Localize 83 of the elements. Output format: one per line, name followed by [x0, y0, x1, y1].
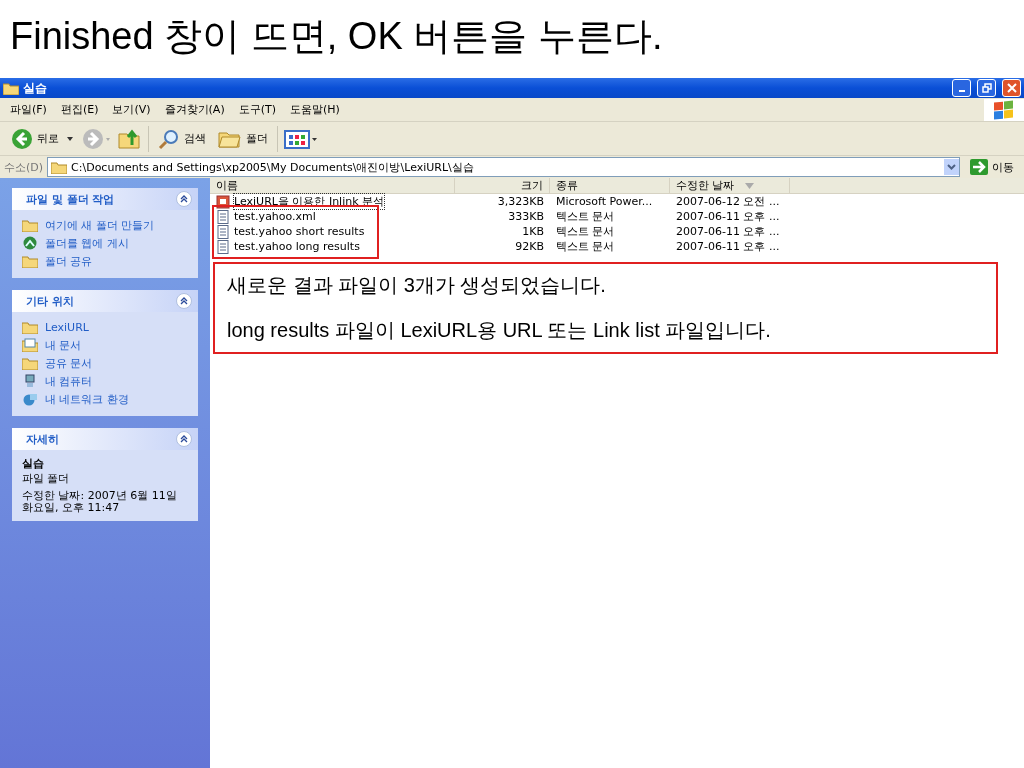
task-link[interactable]: 여기에 새 폴더 만들기 [22, 216, 188, 234]
details-type: 파일 폴더 [22, 471, 71, 486]
callout-text: long results 파일이 LexiURL용 URL 또는 Link list 파일입니다. [227, 318, 772, 343]
column-header[interactable]: 수정한 날짜 [670, 178, 790, 193]
caret-icon [67, 136, 73, 141]
menu-item[interactable]: 도구(T) [238, 102, 276, 117]
folder-icon [22, 254, 38, 268]
arrow-right-icon [970, 159, 988, 175]
chevron-down-icon [947, 164, 956, 170]
menu-item[interactable]: 도움말(H) [290, 102, 340, 117]
folder-icon [22, 320, 38, 334]
chevron-up-icon [180, 195, 188, 203]
file-size: 1KB [521, 225, 545, 238]
file-name[interactable]: test.yahoo short results [233, 224, 366, 239]
search-button[interactable]: 검색 [155, 125, 209, 152]
task-link[interactable]: 내 컴퓨터 [22, 372, 188, 390]
collapse-button[interactable] [176, 431, 192, 447]
restore-button[interactable] [977, 79, 996, 97]
details-name: 실습 [22, 456, 45, 471]
folder-icon [51, 160, 68, 174]
folder-icon [3, 81, 19, 95]
documents-icon [22, 338, 38, 352]
panel-title: 기타 위치 [26, 293, 74, 309]
globe-icon [22, 236, 38, 250]
search-icon [158, 127, 180, 150]
minimize-button[interactable] [952, 79, 971, 97]
sort-arrow-icon [744, 182, 754, 189]
restore-icon [981, 83, 992, 93]
column-header[interactable]: 종류 [550, 178, 670, 193]
file-type: Microsoft Power... [555, 195, 654, 208]
computer-icon [22, 374, 38, 388]
text-file-icon [216, 209, 230, 224]
menu-item[interactable]: 편집(E) [60, 102, 99, 117]
panel-title: 자세히 [26, 431, 59, 447]
file-date: 2007-06-11 오후 ... [675, 209, 781, 224]
window-title: 실습 [23, 79, 47, 97]
close-icon [1006, 83, 1017, 93]
network-icon [22, 392, 38, 406]
file-size: 333KB [507, 210, 545, 223]
task-link[interactable]: LexiURL [22, 318, 188, 336]
folder-icon [22, 218, 38, 232]
column-header[interactable]: 크기 [455, 178, 550, 193]
collapse-button[interactable] [176, 293, 192, 309]
task-link[interactable]: 폴더 공유 [22, 252, 188, 270]
details-modified: 수정한 날짜: 2007년 6월 11일 화요일, 오후 11:47 [22, 490, 178, 514]
chevron-up-icon [180, 297, 188, 305]
file-size: 3,323KB [496, 195, 545, 208]
file-type: 텍스트 문서 [555, 209, 616, 224]
file-name[interactable]: test.yahoo.xml [233, 209, 317, 224]
file-name[interactable]: test.yahoo long results [233, 239, 361, 254]
go-button[interactable]: 이동 [964, 159, 1020, 175]
task-link[interactable]: 내 네트워크 환경 [22, 390, 188, 408]
menu-item[interactable]: 파일(F) [10, 102, 47, 117]
dropdown-button[interactable] [944, 159, 959, 175]
file-date: 2007-06-11 오후 ... [675, 224, 781, 239]
file-date: 2007-06-12 오전 ... [675, 194, 781, 209]
text-file-icon [216, 224, 230, 239]
file-size: 92KB [514, 240, 545, 253]
file-type: 텍스트 문서 [555, 224, 616, 239]
views-icon[interactable] [284, 127, 318, 150]
windows-logo-icon [984, 98, 1024, 121]
folders-button[interactable]: 폴더 [215, 125, 271, 152]
folder-up-icon[interactable] [118, 127, 142, 150]
panel-title: 파일 및 폴더 작업 [26, 191, 115, 207]
close-button[interactable] [1002, 79, 1021, 97]
text-file-icon [216, 239, 230, 254]
folder-icon [22, 356, 38, 370]
task-link[interactable]: 공유 문서 [22, 354, 188, 372]
task-link[interactable]: 내 문서 [22, 336, 188, 354]
task-link[interactable]: 폴더를 웹에 게시 [22, 234, 188, 252]
address-field[interactable]: C:\Documents and Settings\xp2005\My Documents\애진이방\LexiURL\실습 [47, 157, 960, 177]
back-button[interactable]: 뒤로 [8, 125, 76, 152]
slide-title: Finished 창이 뜨면, OK 버튼을 누른다. [9, 14, 664, 59]
file-date: 2007-06-11 오후 ... [675, 239, 781, 254]
address-label: 수소(D) [4, 159, 44, 175]
menu-item[interactable]: 보기(V) [112, 102, 151, 117]
minimize-icon [958, 90, 965, 92]
file-type: 텍스트 문서 [555, 239, 616, 254]
chevron-up-icon [180, 435, 188, 443]
column-header[interactable]: 이름 [210, 178, 455, 193]
collapse-button[interactable] [176, 191, 192, 207]
menu-item[interactable]: 즐겨찾기(A) [164, 102, 225, 117]
callout-text: 새로운 결과 파일이 3개가 생성되었습니다. [227, 273, 607, 298]
